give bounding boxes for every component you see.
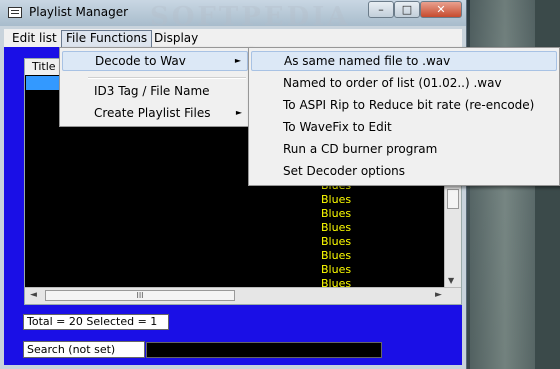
menu-item-decoder-options[interactable]: Set Decoder options xyxy=(251,161,557,181)
genre-cell[interactable]: Blues xyxy=(321,207,351,221)
menu-item-wavefix[interactable]: To WaveFix to Edit xyxy=(251,117,557,137)
title-bar[interactable]: Playlist Manager SOFTPEDIA – □ ✕ xyxy=(0,0,466,32)
menu-edit-list[interactable]: Edit list xyxy=(8,30,61,46)
menu-display[interactable]: Display xyxy=(150,30,202,46)
menu-item-decode-to-wav[interactable]: Decode to Wav ► xyxy=(62,51,248,71)
genre-cell[interactable]: Blues xyxy=(321,235,351,249)
menu-item-id3-tag[interactable]: ID3 Tag / File Name xyxy=(62,81,248,101)
menu-item-cd-burner[interactable]: Run a CD burner program xyxy=(251,139,557,159)
genre-cell[interactable]: Blues xyxy=(321,249,351,263)
selected-row[interactable] xyxy=(26,76,60,90)
status-totals: Total = 20 Selected = 1 xyxy=(23,314,169,330)
menu-bar: Edit list File Functions Display xyxy=(4,29,462,48)
file-functions-menu: Decode to Wav ► ID3 Tag / File Name Crea… xyxy=(59,47,251,127)
menu-item-as-same-named-file[interactable]: As same named file to .wav xyxy=(251,51,557,71)
horizontal-scroll-thumb[interactable]: III xyxy=(45,290,235,301)
menu-item-aspi-rip[interactable]: To ASPI Rip to Reduce bit rate (re-encod… xyxy=(251,95,557,115)
scroll-left-arrow-icon[interactable]: ◄ xyxy=(30,290,37,300)
menu-separator xyxy=(88,77,246,79)
menu-item-create-playlist-files[interactable]: Create Playlist Files ► xyxy=(62,103,248,123)
menu-file-functions[interactable]: File Functions xyxy=(61,30,153,48)
genre-cell[interactable]: Blues xyxy=(321,263,351,277)
vertical-scroll-thumb[interactable] xyxy=(447,189,459,209)
app-icon[interactable] xyxy=(8,7,22,18)
minimize-button[interactable]: – xyxy=(368,1,394,18)
submenu-arrow-icon: ► xyxy=(235,108,242,117)
horizontal-scrollbar[interactable]: ◄ III ► xyxy=(25,287,461,304)
genre-cell[interactable]: Blues xyxy=(321,221,351,235)
menu-item-named-to-order[interactable]: Named to order of list (01.02..) .wav xyxy=(251,73,557,93)
menu-item-label: Decode to Wav xyxy=(95,54,186,68)
genre-cell[interactable]: Blues xyxy=(321,193,351,207)
close-button[interactable]: ✕ xyxy=(420,1,462,18)
scroll-down-arrow-icon[interactable]: ▼ xyxy=(448,276,454,285)
menu-item-label: ID3 Tag / File Name xyxy=(94,84,210,98)
maximize-button[interactable]: □ xyxy=(394,1,420,18)
menu-item-label: Create Playlist Files xyxy=(94,106,211,120)
window-title: Playlist Manager xyxy=(29,5,129,19)
search-label[interactable]: Search (not set) xyxy=(23,341,145,358)
watermark-text: SOFTPEDIA xyxy=(150,2,351,32)
submenu-arrow-icon: ► xyxy=(234,56,241,65)
scroll-right-arrow-icon[interactable]: ► xyxy=(435,290,442,300)
search-input[interactable] xyxy=(146,342,382,358)
decode-to-wav-submenu: As same named file to .wav Named to orde… xyxy=(248,47,560,186)
